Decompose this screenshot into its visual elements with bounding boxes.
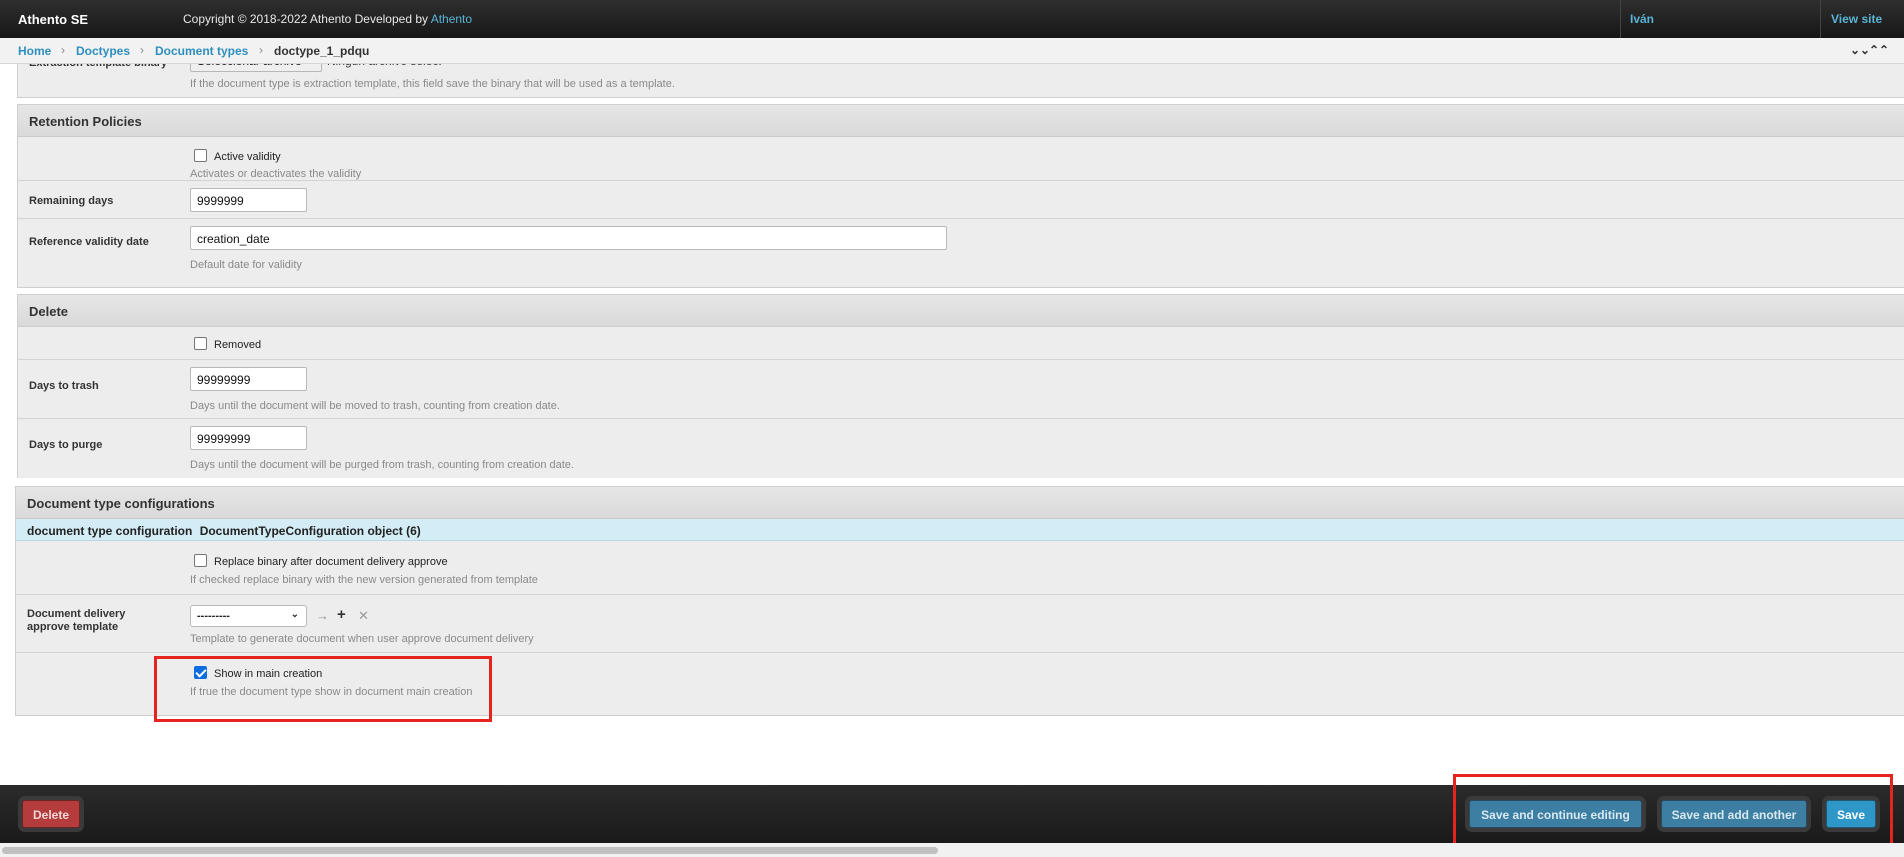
breadcrumb-document-types[interactable]: Document types bbox=[155, 44, 248, 58]
athento-link[interactable]: Athento bbox=[431, 12, 472, 26]
delete-button[interactable]: Delete bbox=[22, 800, 80, 828]
highlight-box-show-main bbox=[154, 656, 492, 722]
approve-template-select[interactable]: --------- ⌄ bbox=[190, 605, 307, 627]
approve-template-row: Document delivery approve template -----… bbox=[16, 595, 1904, 653]
header-divider bbox=[1620, 0, 1621, 38]
breadcrumb-separator: › bbox=[259, 43, 263, 57]
breadcrumb-home[interactable]: Home bbox=[18, 44, 51, 58]
inline-object-name: DocumentTypeConfiguration object (6) bbox=[199, 524, 421, 538]
retention-policies-section: Retention Policies Active validity Activ… bbox=[17, 104, 1904, 288]
active-validity-label: Active validity bbox=[214, 151, 281, 163]
days-to-trash-label: Days to trash bbox=[29, 380, 99, 392]
chevron-down-icon: ⌄ bbox=[290, 609, 299, 620]
reference-date-help: Default date for validity bbox=[190, 259, 302, 271]
expand-all-icon[interactable]: ⌃⌃ bbox=[1869, 43, 1889, 57]
days-to-purge-row: Days to purge 99999999 Days until the do… bbox=[18, 419, 1904, 478]
days-to-purge-input[interactable]: 99999999 bbox=[190, 426, 307, 450]
replace-binary-checkbox[interactable] bbox=[194, 554, 207, 567]
replace-binary-row: Replace binary after document delivery a… bbox=[16, 541, 1904, 595]
breadcrumb: Home › Doctypes › Document types › docty… bbox=[0, 38, 1904, 64]
active-validity-row: Active validity Activates or deactivates… bbox=[18, 137, 1904, 181]
brand-title: Athento SE bbox=[18, 12, 89, 27]
horizontal-scrollbar[interactable] bbox=[0, 843, 1904, 857]
active-validity-help: Activates or deactivates the validity bbox=[190, 168, 362, 180]
header-divider bbox=[1820, 0, 1821, 38]
approve-template-label: Document delivery approve template bbox=[27, 608, 126, 633]
remaining-days-input[interactable]: 9999999 bbox=[190, 188, 307, 212]
retention-policies-title: Retention Policies bbox=[18, 105, 1904, 137]
scrollbar-thumb[interactable] bbox=[2, 847, 938, 854]
breadcrumb-doctypes[interactable]: Doctypes bbox=[76, 44, 130, 58]
removed-checkbox[interactable] bbox=[194, 337, 207, 350]
removed-label: Removed bbox=[214, 339, 262, 351]
copyright-text: Copyright © 2018-2022 Athento Developed … bbox=[183, 12, 472, 26]
view-related-icon[interactable]: → bbox=[316, 608, 329, 623]
user-menu-link[interactable]: Iván bbox=[1630, 12, 1654, 26]
extraction-help: If the document type is extraction templ… bbox=[190, 78, 675, 90]
view-site-link[interactable]: View site bbox=[1831, 12, 1882, 26]
copyright-label: Copyright © 2018-2022 Athento Developed … bbox=[183, 12, 429, 26]
collapse-all-icon[interactable]: ⌄⌄ bbox=[1850, 43, 1870, 57]
active-validity-checkbox[interactable] bbox=[194, 149, 207, 162]
remaining-days-row: Remaining days 9999999 bbox=[18, 181, 1904, 219]
replace-binary-help: If checked replace binary with the new v… bbox=[190, 574, 538, 586]
replace-binary-label: Replace binary after document delivery a… bbox=[214, 556, 448, 568]
breadcrumb-current: doctype_1_pdqu bbox=[274, 44, 370, 58]
top-header: Athento SE Copyright © 2018-2022 Athento… bbox=[0, 0, 1904, 38]
delete-section: Delete Removed Days to trash 99999999 Da… bbox=[17, 294, 1904, 478]
highlight-box-submit bbox=[1453, 774, 1893, 851]
reference-date-input[interactable]: creation_date bbox=[190, 226, 947, 250]
doctype-configurations-title: Document type configurations bbox=[16, 487, 1904, 519]
days-to-trash-input[interactable]: 99999999 bbox=[190, 367, 307, 391]
inline-object-label: document type configuration bbox=[27, 524, 193, 538]
delete-section-title: Delete bbox=[18, 295, 1904, 327]
remaining-days-label: Remaining days bbox=[29, 195, 114, 207]
delete-related-icon[interactable]: ✕ bbox=[358, 608, 369, 624]
inline-object-header: document type configuration DocumentType… bbox=[16, 519, 1904, 541]
days-to-purge-label: Days to purge bbox=[29, 439, 103, 451]
breadcrumb-separator: › bbox=[140, 43, 144, 57]
approve-template-help: Template to generate document when user … bbox=[190, 633, 534, 645]
removed-row: Removed bbox=[18, 327, 1904, 360]
approve-template-value: --------- bbox=[197, 610, 230, 622]
days-to-trash-row: Days to trash 99999999 Days until the do… bbox=[18, 360, 1904, 419]
add-related-icon[interactable]: + bbox=[337, 606, 346, 623]
breadcrumb-separator: › bbox=[61, 43, 65, 57]
days-to-trash-help: Days until the document will be moved to… bbox=[190, 400, 560, 412]
reference-date-row: Reference validity date creation_date De… bbox=[18, 219, 1904, 279]
reference-date-label: Reference validity date bbox=[29, 236, 149, 248]
days-to-purge-help: Days until the document will be purged f… bbox=[190, 459, 574, 471]
